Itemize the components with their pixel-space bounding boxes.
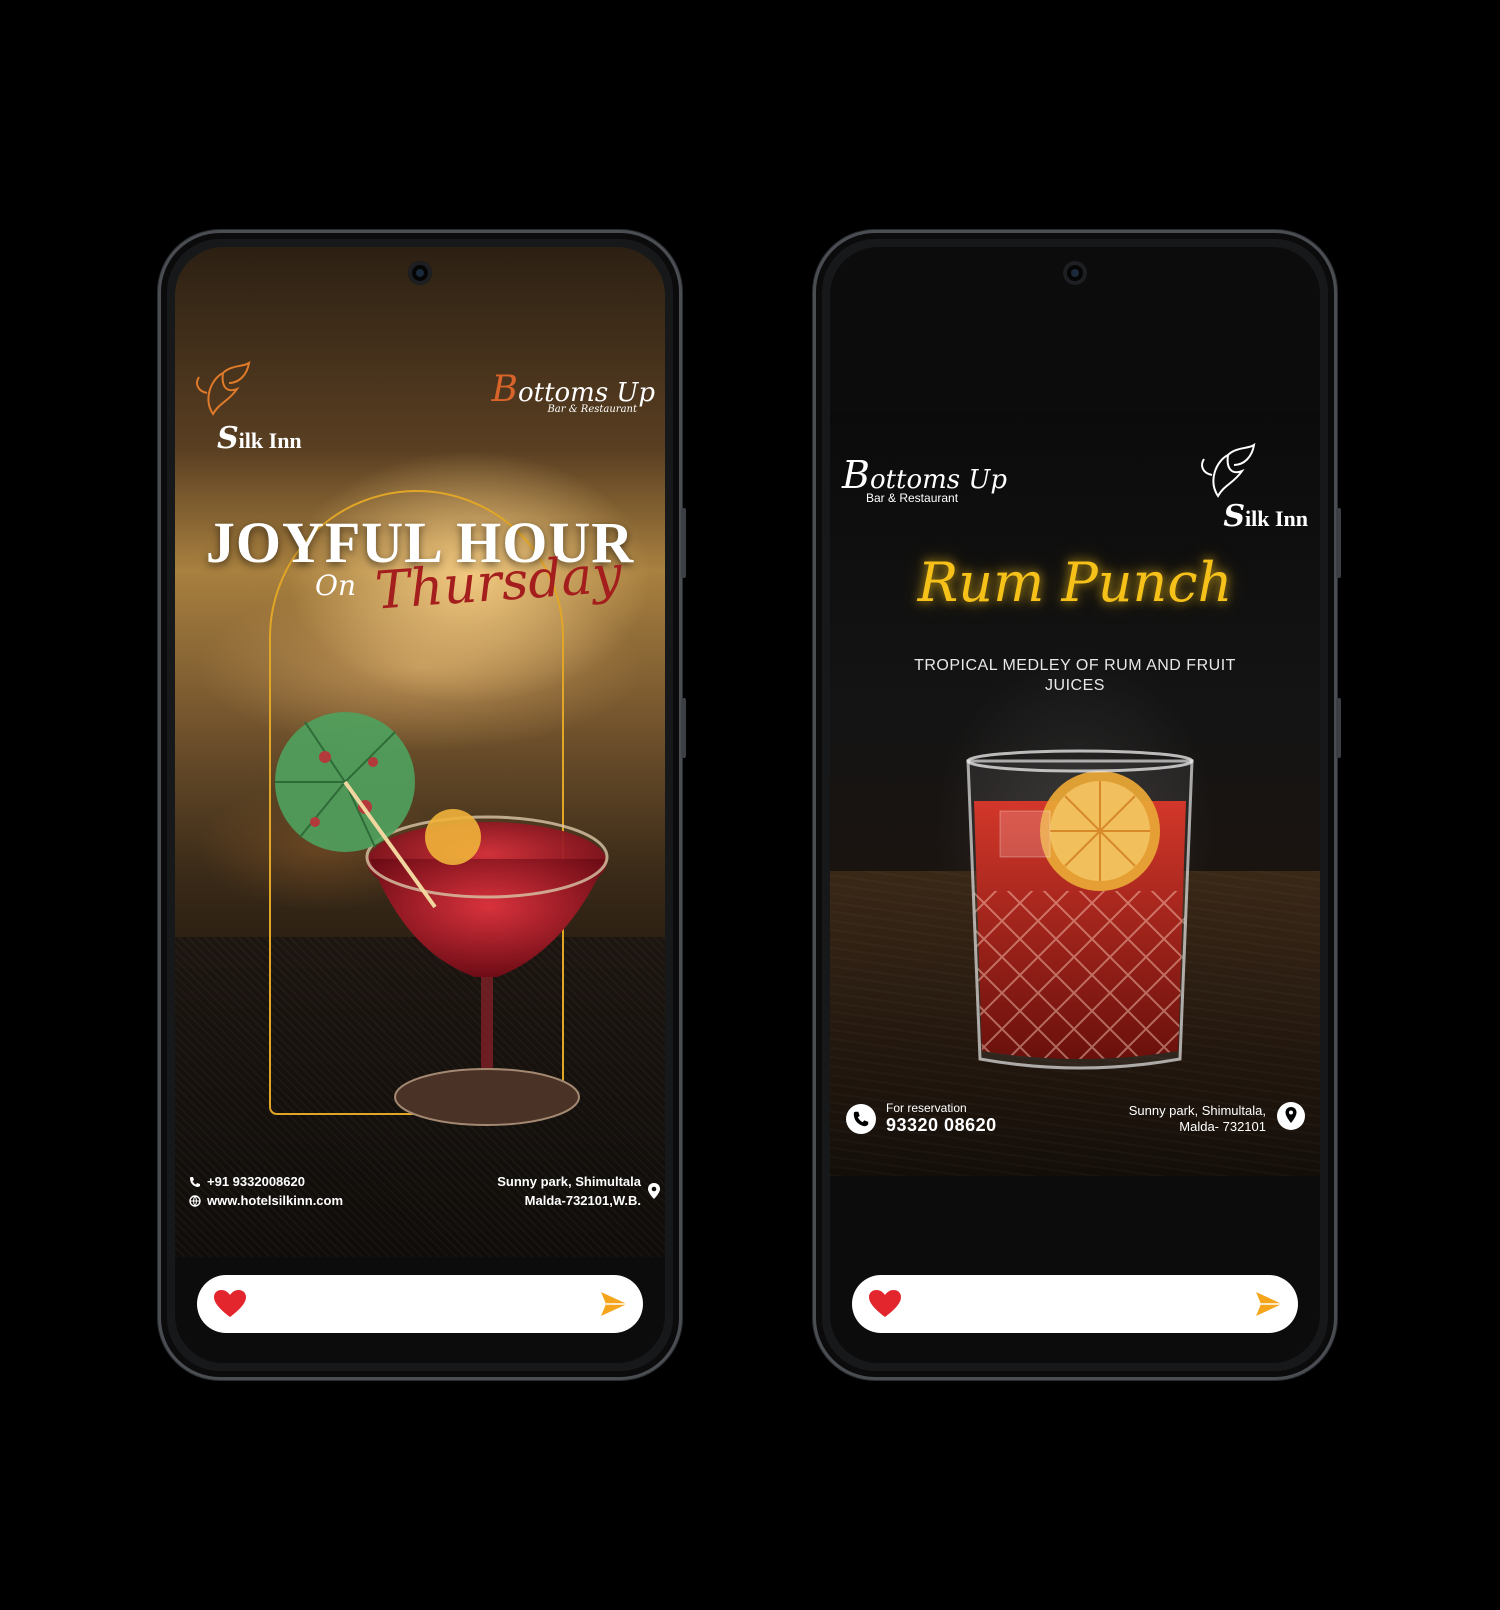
phone-number-left[interactable]: +91 9332008620 bbox=[207, 1172, 305, 1191]
phone-icon bbox=[853, 1111, 869, 1126]
story-poster-joyful-hour[interactable]: Silk Inn Bottoms Up Bar & Restaurant JOY… bbox=[175, 247, 665, 1257]
front-camera bbox=[1063, 261, 1087, 285]
title-on: On bbox=[315, 569, 356, 602]
location-pin-icon bbox=[1277, 1102, 1305, 1130]
phone-frame-left: Silk Inn Bottoms Up Bar & Restaurant JOY… bbox=[158, 230, 686, 1380]
reply-input[interactable] bbox=[912, 1294, 1244, 1314]
address-line-2: Malda- 732101 bbox=[1179, 1119, 1266, 1134]
rum-punch-glass-illustration bbox=[966, 749, 1194, 1070]
silk-initial: S bbox=[1223, 499, 1245, 534]
address-line-2: Malda-732101,W.B. bbox=[524, 1193, 641, 1208]
story-poster-rum-punch[interactable]: Bottoms Up Bar & Restaurant Silk Inn Rum… bbox=[830, 411, 1320, 1176]
silk-inn-name: ilk Inn bbox=[1245, 506, 1308, 531]
silk-inn-name: ilk Inn bbox=[238, 428, 302, 453]
story-reply-bar[interactable] bbox=[197, 1275, 643, 1333]
reservation-number[interactable]: 93320 08620 bbox=[886, 1115, 997, 1136]
bottoms-up-logo: Bottoms Up Bar & Restaurant bbox=[492, 369, 656, 415]
website-link[interactable]: www.hotelsilkinn.com bbox=[207, 1191, 343, 1210]
address-right: Sunny park, Shimultala, Malda- 732101 bbox=[1129, 1103, 1266, 1135]
bottoms-up-initial: B bbox=[491, 369, 518, 410]
title-rum-punch: Rum Punch bbox=[917, 551, 1233, 614]
story-reply-bar[interactable] bbox=[852, 1275, 1298, 1333]
margarita-glass-illustration bbox=[275, 712, 609, 1126]
send-icon[interactable] bbox=[1254, 1289, 1284, 1319]
phone-screen-right: Bottoms Up Bar & Restaurant Silk Inn Rum… bbox=[830, 247, 1320, 1363]
leaf-logo-icon bbox=[1201, 442, 1256, 498]
power-button bbox=[1336, 698, 1341, 758]
volume-button bbox=[681, 508, 686, 578]
tagline: TROPICAL MEDLEY OF RUM AND FRUIT JUICES bbox=[914, 657, 1236, 694]
address-line-1: Sunny park, Shimultala, bbox=[1128, 1103, 1266, 1118]
reply-input[interactable] bbox=[257, 1294, 589, 1314]
front-camera bbox=[408, 261, 432, 285]
reservation-label: For reservation bbox=[886, 1101, 967, 1115]
volume-button bbox=[1336, 508, 1341, 578]
power-button bbox=[681, 698, 686, 758]
leaf-logo-icon bbox=[196, 360, 251, 416]
contact-info-left: +91 9332008620 www.hotelsilkinn.com bbox=[189, 1172, 343, 1210]
bottoms-up-logo: Bottoms Up Bar & Restaurant bbox=[842, 453, 1007, 505]
address-left: Sunny park, Shimultala Malda-732101,W.B. bbox=[497, 1172, 641, 1210]
heart-icon[interactable] bbox=[868, 1289, 902, 1319]
location-pin-icon bbox=[648, 1183, 660, 1199]
phone-icon-wrapper bbox=[846, 1103, 876, 1134]
phone-frame-right: Bottoms Up Bar & Restaurant Silk Inn Rum… bbox=[813, 230, 1341, 1380]
silk-initial: S bbox=[217, 421, 239, 456]
address-line-1: Sunny park, Shimultala bbox=[497, 1174, 641, 1189]
globe-icon bbox=[189, 1194, 201, 1207]
phone-icon bbox=[190, 1176, 200, 1187]
heart-icon[interactable] bbox=[213, 1289, 247, 1319]
phone-screen-left: Silk Inn Bottoms Up Bar & Restaurant JOY… bbox=[175, 247, 665, 1363]
send-icon[interactable] bbox=[599, 1289, 629, 1319]
reservation-contact[interactable]: For reservation 93320 08620 bbox=[846, 1101, 997, 1136]
